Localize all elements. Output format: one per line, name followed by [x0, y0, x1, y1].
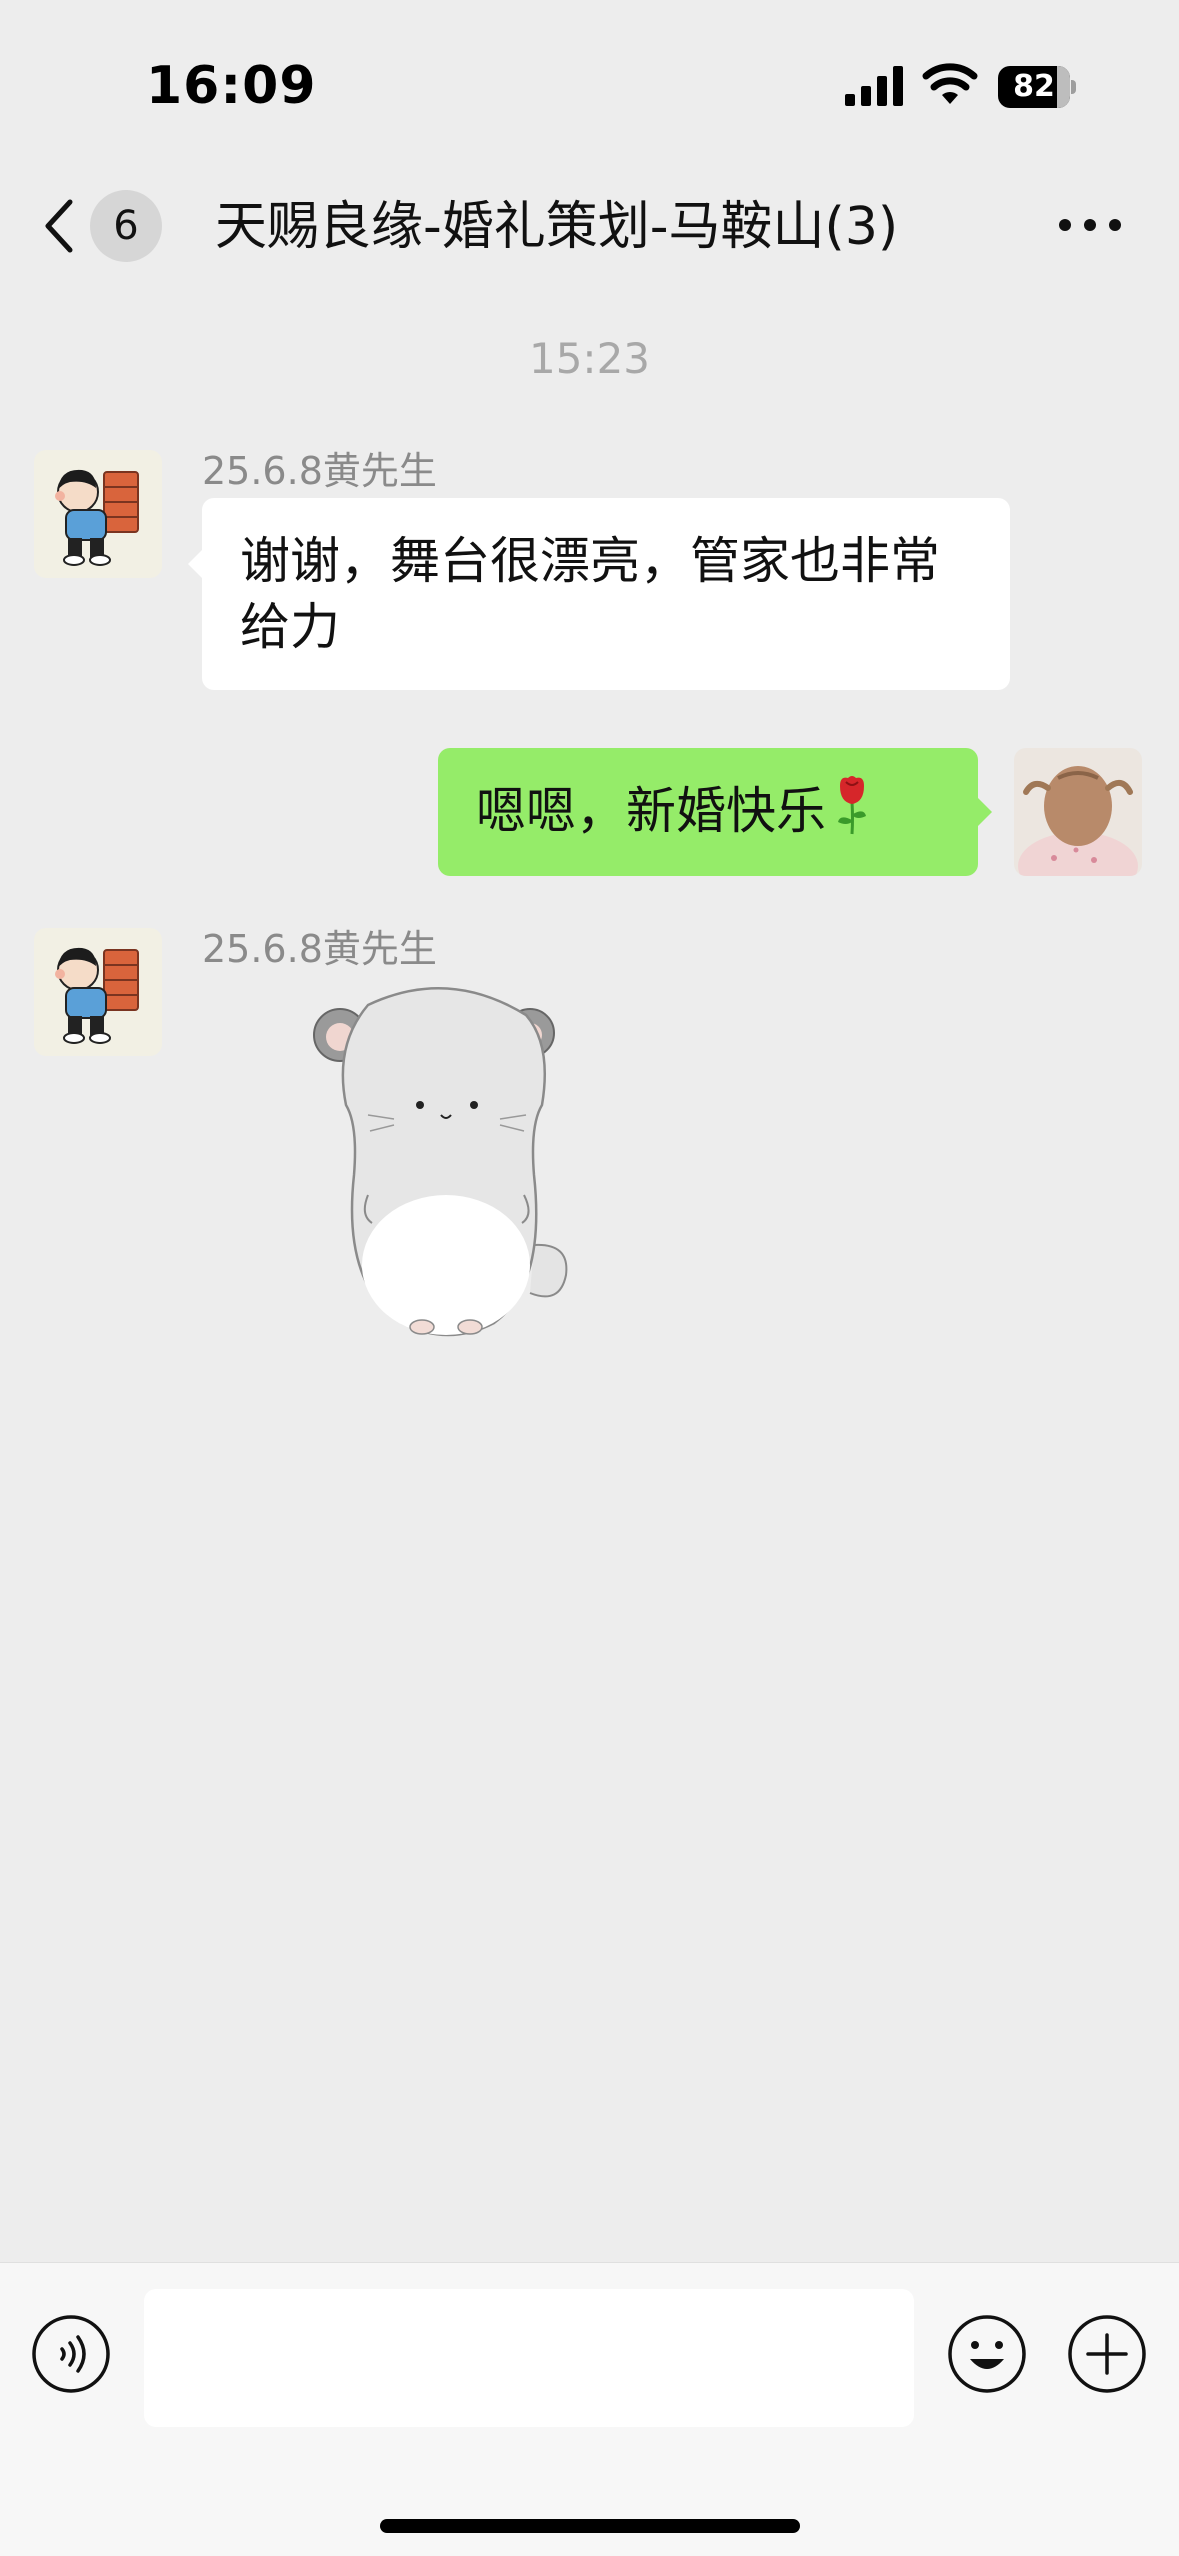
message-text: 嗯嗯，新婚快乐 — [476, 782, 826, 840]
outgoing-message-bubble[interactable]: 嗯嗯，新婚快乐 — [438, 748, 992, 876]
rose-icon — [838, 776, 866, 835]
chevron-left-icon — [45, 199, 73, 253]
back-button[interactable]: 6 — [40, 188, 162, 264]
sender-name: 25.6.8黄先生 — [202, 449, 437, 493]
emoji-icon[interactable] — [946, 2313, 1028, 2395]
sender-avatar[interactable] — [34, 928, 162, 1056]
status-bar: 16:09 82 — [0, 0, 1179, 160]
incoming-message-bubble[interactable]: 谢谢，舞台很漂亮，管家也非常给力 — [188, 498, 1010, 690]
sender-avatar[interactable] — [34, 450, 162, 578]
sender-name: 25.6.8黄先生 — [202, 927, 437, 971]
plus-icon[interactable] — [1066, 2313, 1148, 2395]
cellular-signal-icon — [845, 66, 903, 106]
chat-title: 天赐良缘-婚礼策划-马鞍山(3) — [215, 197, 899, 257]
my-avatar[interactable] — [1014, 748, 1142, 876]
message-text: 谢谢，舞台很漂亮，管家也非常给力 — [240, 532, 940, 656]
wifi-icon — [922, 63, 978, 104]
message-timestamp: 15:23 — [528, 334, 651, 383]
chat-screen: 16:09 82 6 天赐良缘-婚礼策划-马鞍山(3) 15:23 25.6.8… — [0, 0, 1179, 2556]
message-list[interactable]: 15:23 25.6.8黄先生 谢谢，舞台很漂亮，管家也非常给力 嗯嗯，新婚快乐… — [0, 300, 1179, 2262]
input-bar — [0, 2262, 1179, 2556]
chinchilla-sticker[interactable] — [298, 975, 598, 1365]
avatar-boy-carrying-bricks-icon — [34, 928, 162, 1056]
unread-count-badge: 6 — [90, 190, 162, 262]
home-indicator — [380, 2519, 800, 2533]
avatar-girl-photo-icon — [1014, 748, 1142, 876]
battery-icon: 82 — [998, 66, 1076, 108]
nav-bar: 6 天赐良缘-婚礼策划-马鞍山(3) — [0, 170, 1179, 280]
battery-level: 82 — [1013, 69, 1055, 104]
more-options-icon[interactable] — [1055, 210, 1125, 240]
status-time: 16:09 — [146, 56, 317, 116]
voice-input-icon[interactable] — [30, 2313, 112, 2395]
message-input[interactable] — [144, 2289, 914, 2427]
avatar-boy-carrying-bricks-icon — [34, 450, 162, 578]
